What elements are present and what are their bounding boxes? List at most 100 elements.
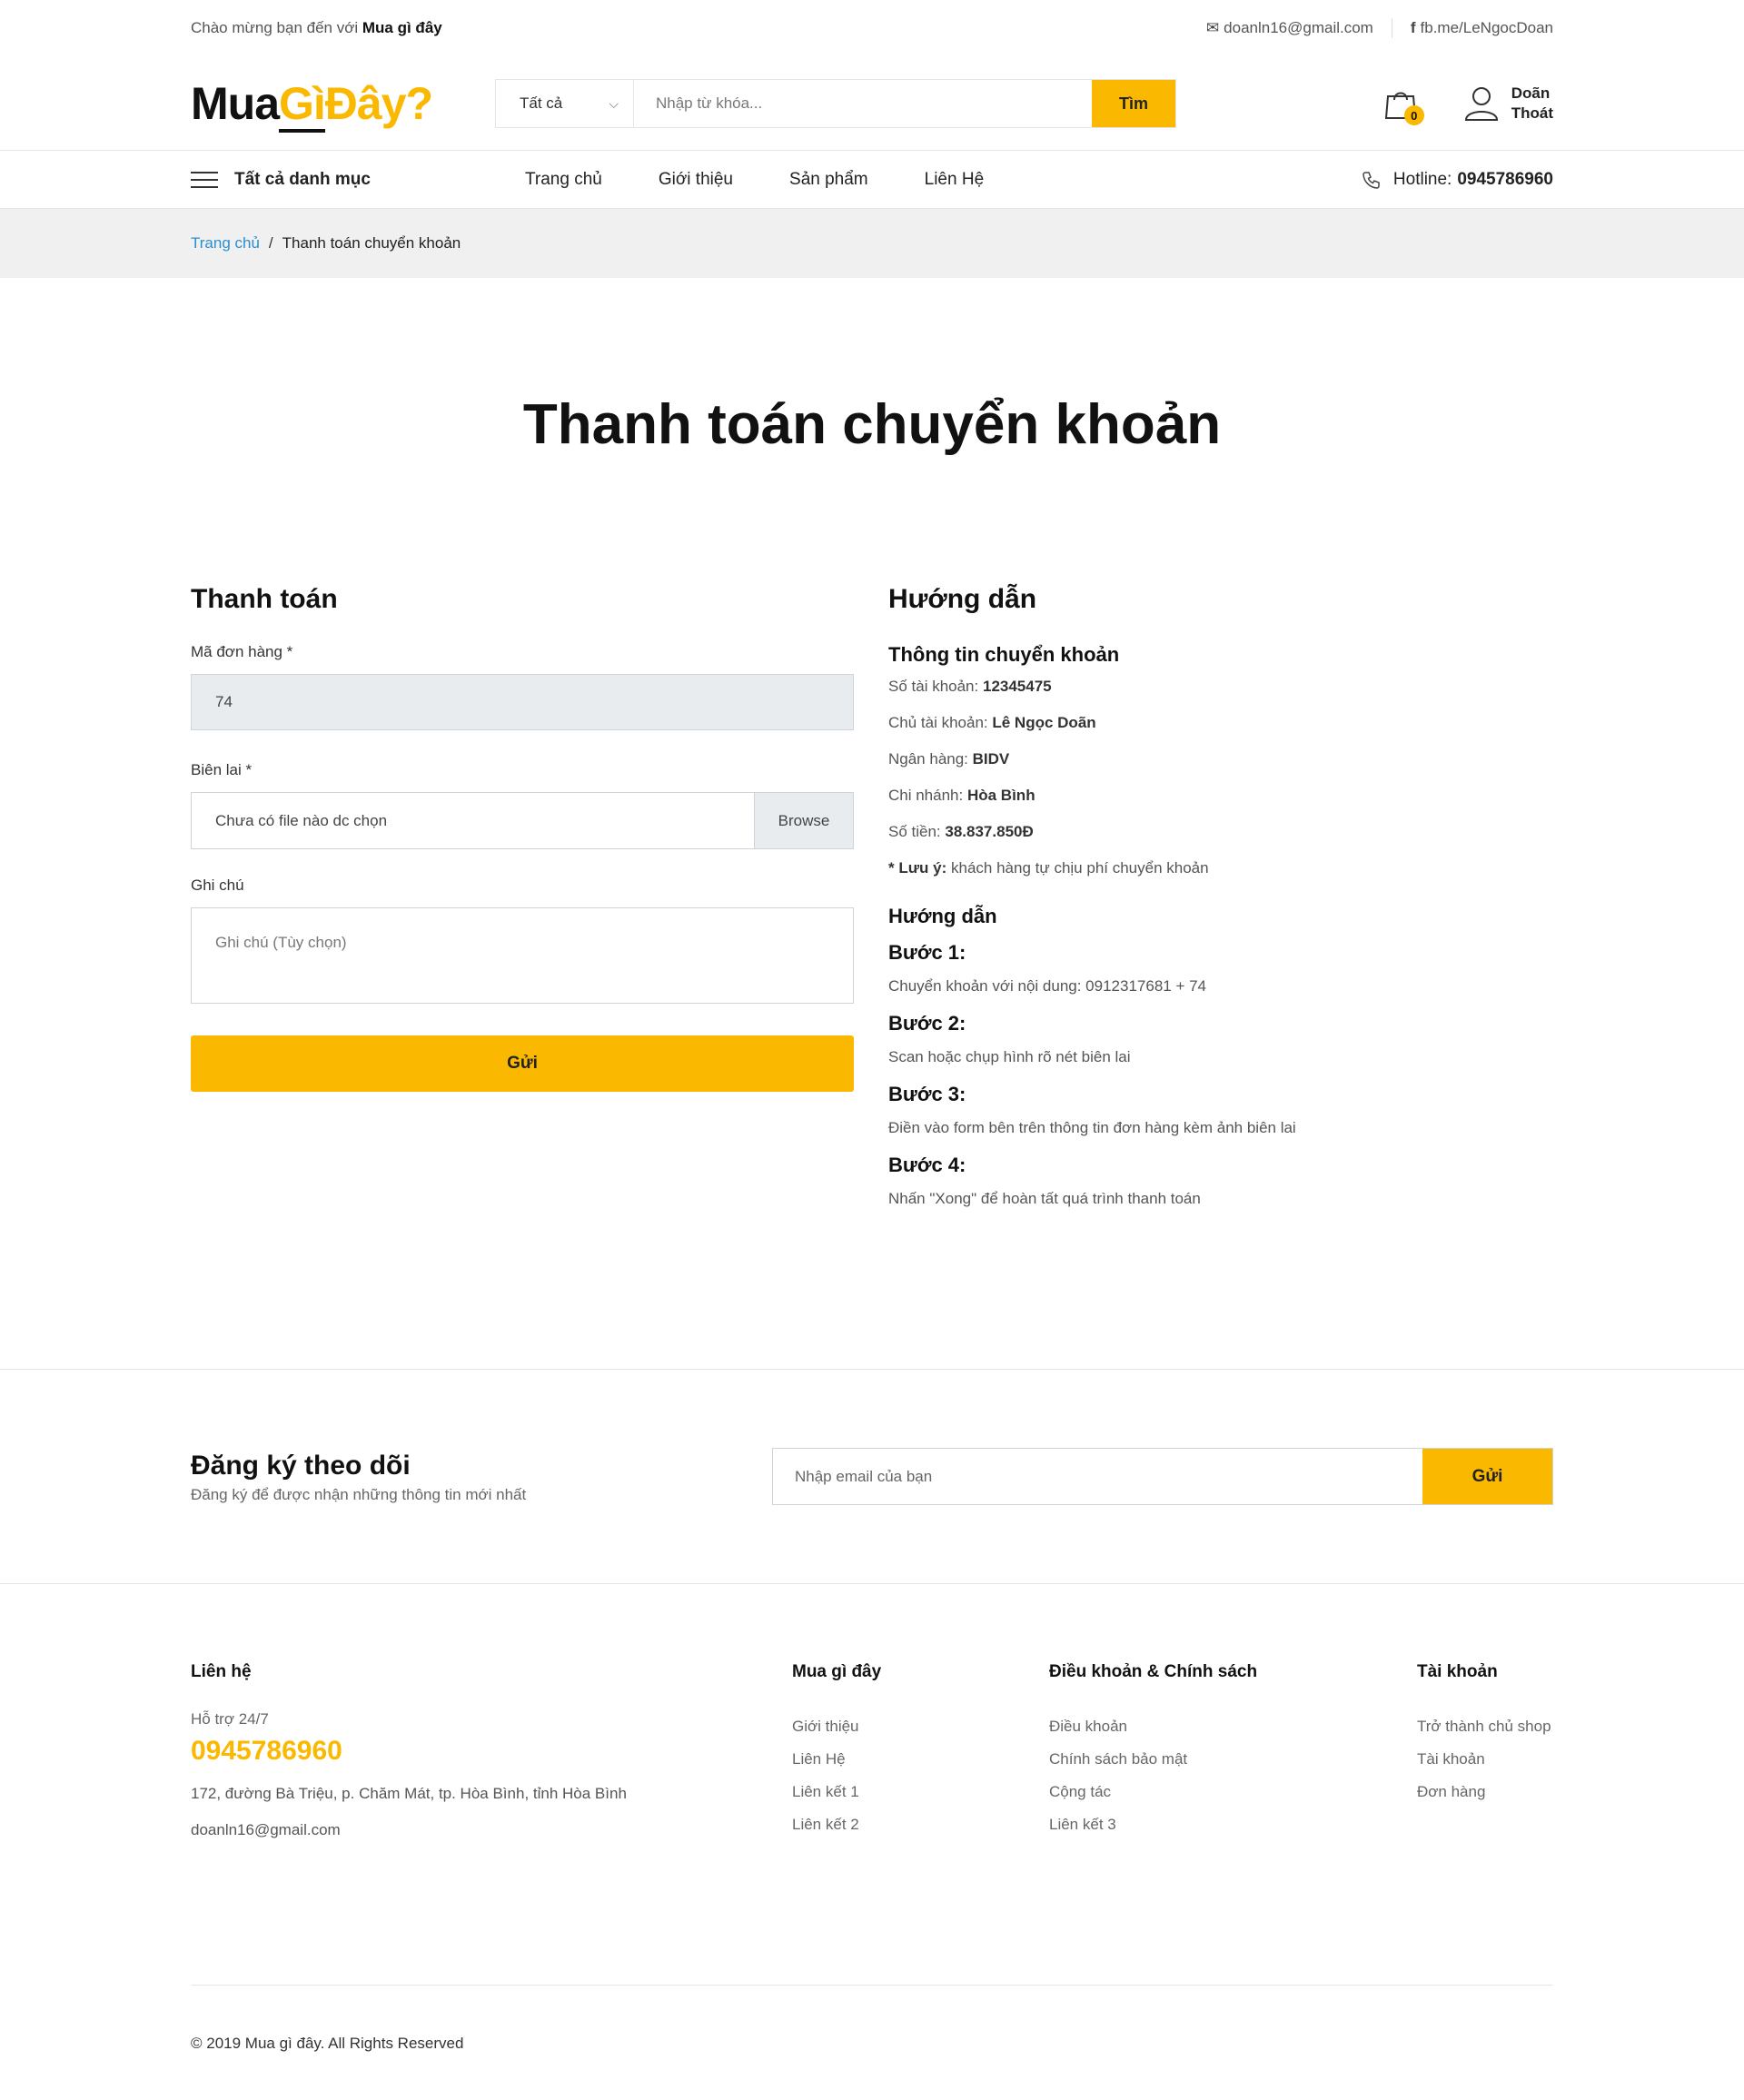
footer-link-about[interactable]: Giới thiệu	[792, 1710, 881, 1743]
hotline: Hotline: 0945786960	[1362, 170, 1553, 190]
footer-support: Hỗ trợ 24/7	[191, 1710, 269, 1728]
welcome-text: Chào mừng bạn đến với Mua gì đây	[191, 19, 442, 37]
footer-link-orders[interactable]: Đơn hàng	[1417, 1776, 1551, 1808]
guide-title: Hướng dẫn	[888, 584, 1037, 614]
order-id-field: 74	[191, 674, 854, 730]
footer-link-2[interactable]: Liên kết 2	[792, 1808, 881, 1841]
bank-line: Ngân hàng: BIDV	[888, 750, 1553, 768]
footer-link-contact[interactable]: Liên Hệ	[792, 1743, 881, 1776]
search-category-select[interactable]: Tất cả ⌵	[496, 80, 634, 127]
all-categories-button[interactable]: Tất cả danh mục	[191, 166, 525, 193]
footer-divider	[191, 1985, 1553, 1986]
receipt-file-input[interactable]: Chưa có file nào dc chọn Browse	[191, 792, 854, 849]
welcome-prefix: Chào mừng bạn đến với	[191, 19, 359, 36]
footer-contact-title: Liên hệ	[191, 1662, 252, 1681]
logo-part-gi: Gì	[279, 78, 326, 133]
account-holder-label: Chủ tài khoản:	[888, 714, 988, 731]
newsletter-section: Đăng ký theo dõi Đăng ký để được nhận nh…	[0, 1369, 1744, 1584]
header: MuaGìĐây? Tất cả ⌵ Tìm 0	[0, 56, 1744, 151]
logo[interactable]: MuaGìĐây?	[191, 77, 495, 133]
logo-part-day: Đây?	[324, 78, 433, 129]
cart-count-badge: 0	[1403, 105, 1424, 125]
branch-label: Chi nhánh:	[888, 787, 964, 804]
amount-label: Số tiền:	[888, 823, 941, 840]
hotline-label: Hotline:	[1392, 170, 1452, 189]
steps-title: Hướng dẫn	[888, 905, 997, 927]
footer-account: Tài khoản Trở thành chủ shop Tài khoản Đ…	[1417, 1661, 1551, 1808]
browse-button[interactable]: Browse	[754, 793, 853, 848]
header-actions: 0 Doãn Thoát	[1381, 84, 1553, 125]
search-button[interactable]: Tìm	[1092, 80, 1175, 127]
top-email: doanln16@gmail.com	[1224, 19, 1373, 36]
facebook-icon: f	[1410, 19, 1416, 36]
all-categories-label: Tất cả danh mục	[234, 170, 371, 189]
footer-policy-links: Điều khoản Chính sách bảo mật Cộng tác L…	[1049, 1710, 1257, 1841]
footer-policy: Điều khoản & Chính sách Điều khoản Chính…	[1049, 1661, 1257, 1841]
logout-link[interactable]: Thoát	[1511, 104, 1553, 124]
step-3-title: Bước 3:	[888, 1083, 966, 1105]
nav-item-products[interactable]: Sản phẩm	[789, 170, 868, 190]
logo-part-mua: Mua	[191, 78, 280, 129]
guide-panel: Hướng dẫn Thông tin chuyển khoản Số tài …	[888, 581, 1553, 1208]
main-content: Thanh toán chuyển khoản Thanh toán Mã đơ…	[191, 389, 1553, 1208]
user-icon	[1464, 87, 1498, 121]
user-name-block: Doãn Thoát	[1511, 84, 1553, 124]
newsletter-email-input[interactable]	[773, 1449, 1422, 1504]
footer-phone[interactable]: 0945786960	[191, 1736, 627, 1767]
nav-menu: Trang chủ Giới thiệu Sản phẩm Liên Hệ	[525, 170, 1040, 190]
footer-account-title: Tài khoản	[1417, 1662, 1498, 1681]
footer-link-terms[interactable]: Điều khoản	[1049, 1710, 1257, 1743]
step-3-text: Điền vào form bên trên thông tin đơn hàn…	[888, 1119, 1296, 1136]
submit-payment-button[interactable]: Gửi	[191, 1035, 854, 1092]
top-contacts: ✉ doanln16@gmail.com f fb.me/LeNgocDoan	[1206, 18, 1553, 38]
breadcrumb-current: Thanh toán chuyển khoản	[282, 234, 461, 252]
footer-email[interactable]: doanln16@gmail.com	[191, 1812, 627, 1848]
newsletter-text: Đăng ký theo dõi Đăng ký để được nhận nh…	[191, 1450, 526, 1504]
footer-policy-title: Điều khoản & Chính sách	[1049, 1662, 1258, 1681]
footer-link-1[interactable]: Liên kết 1	[792, 1776, 881, 1808]
newsletter-title: Đăng ký theo dõi	[191, 1450, 411, 1481]
nav-item-about[interactable]: Giới thiệu	[659, 170, 733, 190]
top-facebook-link[interactable]: f fb.me/LeNgocDoan	[1411, 19, 1553, 37]
order-id-label: Mã đơn hàng *	[191, 643, 293, 660]
main-nav: Tất cả danh mục Trang chủ Giới thiệu Sản…	[0, 151, 1744, 209]
breadcrumb-home[interactable]: Trang chủ	[191, 234, 260, 253]
top-facebook: fb.me/LeNgocDoan	[1420, 19, 1553, 36]
top-email-link[interactable]: ✉ doanln16@gmail.com	[1206, 19, 1373, 37]
user-menu[interactable]: Doãn Thoát	[1464, 84, 1553, 124]
copyright: © 2019 Mua gì đây. All Rights Reserved	[191, 2035, 464, 2052]
account-number-label: Số tài khoản:	[888, 678, 979, 695]
step-4-title: Bước 4:	[888, 1154, 966, 1176]
nav-item-home[interactable]: Trang chủ	[525, 170, 602, 190]
hamburger-icon	[191, 166, 218, 193]
footer-contact: Liên hệ Hỗ trợ 24/7 0945786960 172, đườn…	[191, 1661, 627, 1848]
footer-link-privacy[interactable]: Chính sách bảo mật	[1049, 1743, 1257, 1776]
nav-item-contact[interactable]: Liên Hệ	[925, 170, 985, 190]
receipt-label: Biên lai *	[191, 761, 253, 778]
step-2-text: Scan hoặc chụp hình rõ nét biên lai	[888, 1048, 1131, 1065]
search-input[interactable]	[634, 80, 1092, 127]
phone-icon	[1362, 172, 1380, 189]
hotline-number[interactable]: 0945786960	[1457, 170, 1553, 190]
footer-link-3[interactable]: Liên kết 3	[1049, 1808, 1257, 1841]
payment-form-title: Thanh toán	[191, 584, 338, 614]
footer-account-links: Trở thành chủ shop Tài khoản Đơn hàng	[1417, 1710, 1551, 1808]
footer-link-collab[interactable]: Cộng tác	[1049, 1776, 1257, 1808]
envelope-icon: ✉	[1205, 19, 1220, 36]
payment-layout: Thanh toán Mã đơn hàng * 74 Biên lai * C…	[191, 581, 1553, 1208]
note-textarea[interactable]	[191, 907, 854, 1004]
receipt-file-name: Chưa có file nào dc chọn	[215, 811, 388, 829]
search-category-value: Tất cả	[520, 94, 563, 112]
user-name: Doãn	[1511, 84, 1551, 102]
step-1-title: Bước 1:	[888, 941, 966, 964]
cart-button[interactable]: 0	[1381, 84, 1424, 125]
footer-link-become-shop[interactable]: Trở thành chủ shop	[1417, 1710, 1551, 1743]
newsletter-submit-button[interactable]: Gửi	[1422, 1449, 1552, 1504]
account-holder-line: Chủ tài khoản: Lê Ngọc Doãn	[888, 714, 1553, 732]
footer-link-account[interactable]: Tài khoản	[1417, 1743, 1551, 1776]
account-number-line: Số tài khoản: 12345475	[888, 678, 1553, 696]
footer-muagiday: Mua gì đây Giới thiệu Liên Hệ Liên kết 1…	[792, 1661, 881, 1841]
bank-label: Ngân hàng:	[888, 750, 968, 768]
breadcrumb: Trang chủ / Thanh toán chuyển khoản	[0, 209, 1744, 278]
fee-note-line: * Lưu ý: khách hàng tự chịu phí chuyển k…	[888, 859, 1553, 877]
